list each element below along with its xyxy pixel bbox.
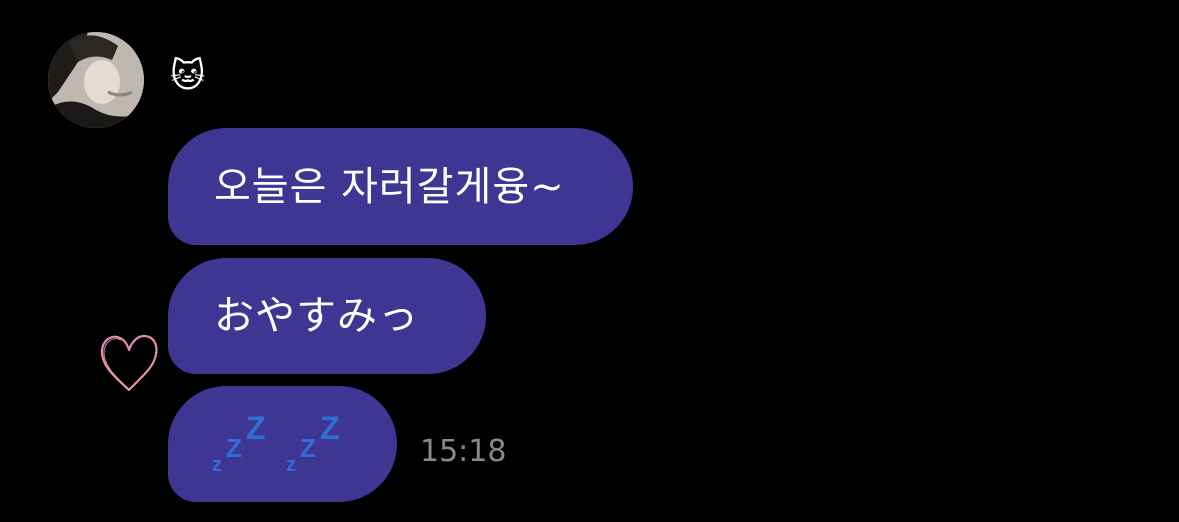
avatar-photo-icon <box>48 32 144 128</box>
message-bubble[interactable]: おやすみっ <box>168 258 486 374</box>
zzz-icon: z Z Z <box>212 413 266 475</box>
zzz-emoji-pair: z Z Z z Z Z <box>212 413 346 475</box>
zzz-icon: z Z Z <box>286 413 340 475</box>
svg-text:Z: Z <box>320 413 340 446</box>
message-bubble[interactable]: 오늘은 자러갈게융~ <box>168 128 633 245</box>
svg-text:z: z <box>286 454 296 475</box>
sender-avatar[interactable] <box>48 32 144 128</box>
heart-reaction-icon[interactable] <box>98 330 160 396</box>
message-text: おやすみっ <box>214 293 419 339</box>
svg-text:Z: Z <box>300 433 316 463</box>
sender-name-emoji: 🐱 <box>170 56 206 96</box>
message-text: 오늘은 자러갈게융~ <box>214 163 565 210</box>
svg-text:Z: Z <box>246 413 266 446</box>
svg-text:Z: Z <box>226 433 242 463</box>
message-bubble[interactable]: 💤💤 z Z Z z Z Z <box>168 386 397 502</box>
message-timestamp: 15:18 <box>420 434 507 469</box>
svg-text:z: z <box>212 454 222 475</box>
